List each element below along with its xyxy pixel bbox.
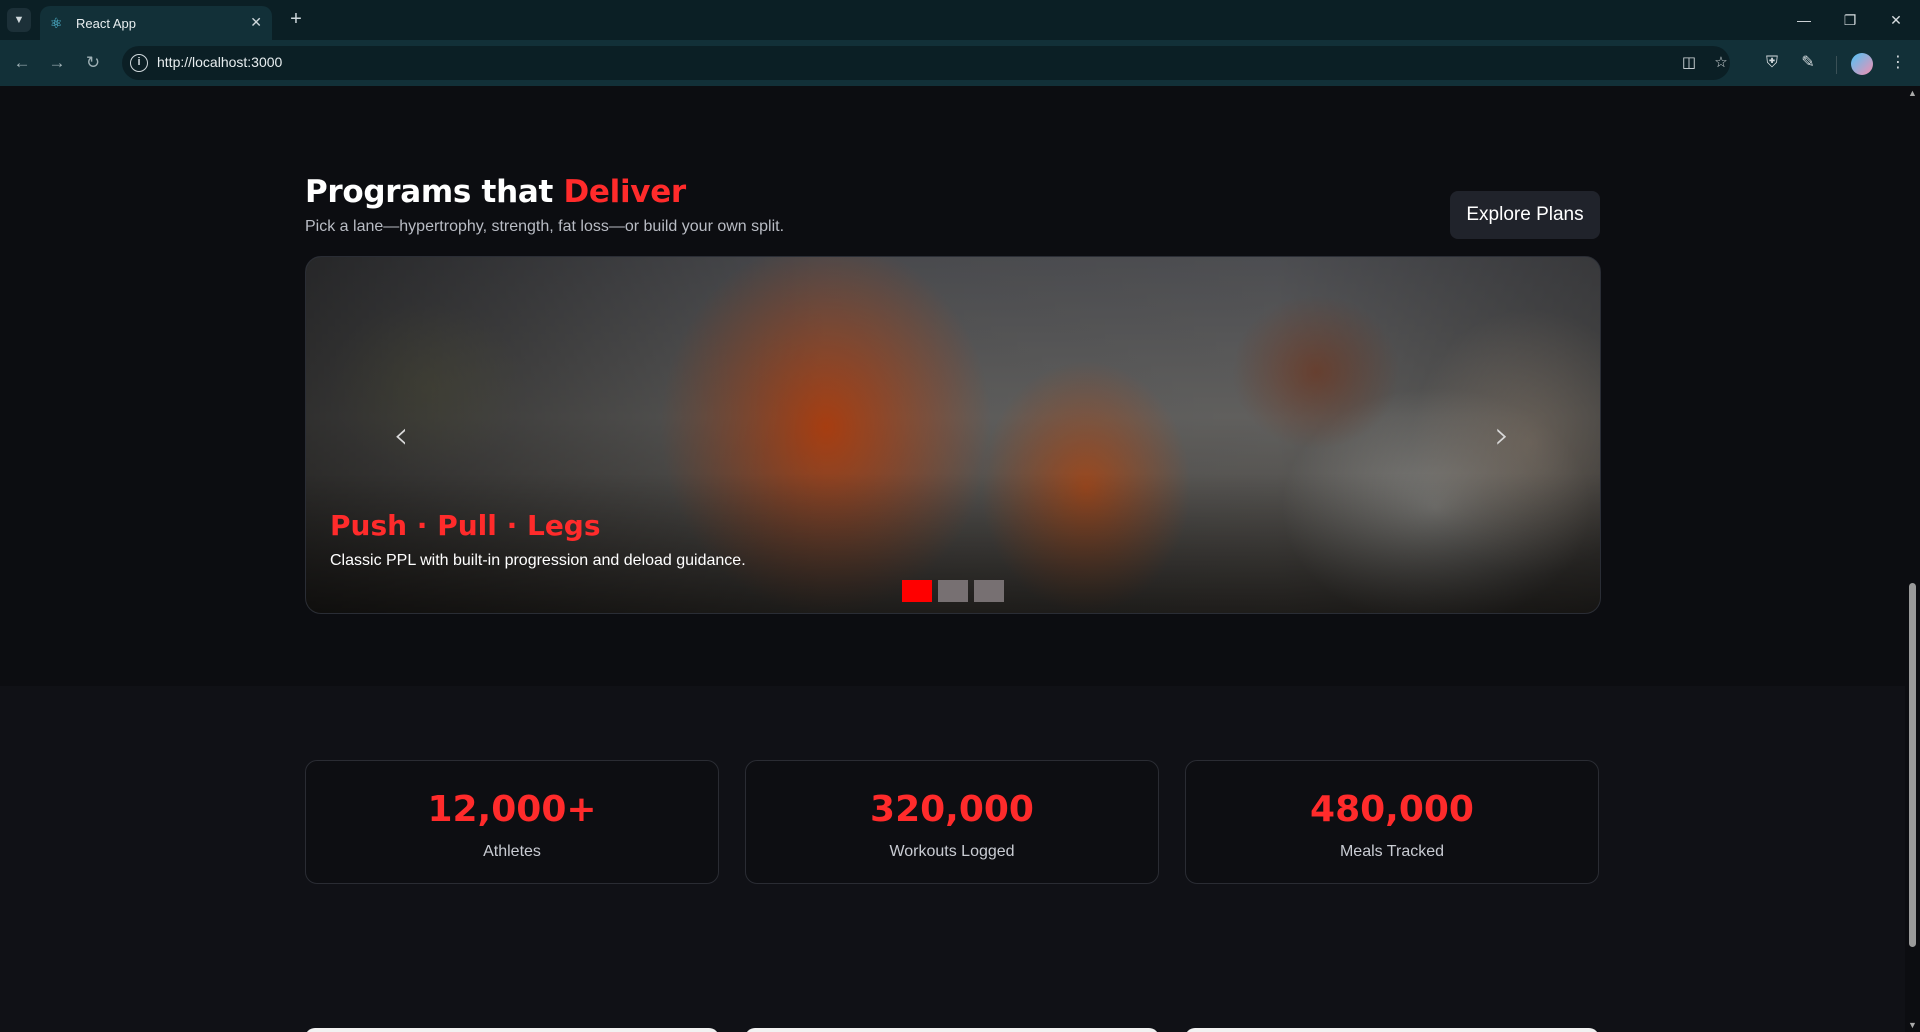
page-scrollbar[interactable]: ▲ ▼ xyxy=(1905,86,1920,1032)
programs-carousel: ‹ › Push · Pull · Legs Classic PPL with … xyxy=(305,256,1601,614)
install-app-icon[interactable]: ◫ xyxy=(1679,53,1699,73)
stat-value: 320,000 xyxy=(870,789,1034,830)
address-url[interactable]: http://localhost:3000 xyxy=(157,54,282,70)
back-arrow-icon[interactable]: ← xyxy=(10,51,34,75)
reload-icon[interactable]: ↻ xyxy=(81,51,105,75)
stat-label: Meals Tracked xyxy=(1339,843,1445,860)
stat-value: 480,000 xyxy=(1310,789,1474,830)
stat-label: Athletes xyxy=(483,843,541,860)
carousel-indicator-2[interactable] xyxy=(938,580,968,602)
page-viewport: Programs that Deliver Pick a lane—hypert… xyxy=(0,86,1905,1032)
stat-value: 12,000+ xyxy=(427,789,597,830)
stat-label: Workouts Logged xyxy=(889,843,1015,860)
carousel-next-chevron-icon[interactable]: › xyxy=(1487,415,1517,455)
browser-titlebar: ▼ ⚛ React App ✕ + — ❐ ✕ xyxy=(0,0,1920,40)
more-menu-icon[interactable]: ⋮ xyxy=(1886,51,1910,75)
tab-close-icon[interactable]: ✕ xyxy=(250,14,262,31)
carousel-indicator-1[interactable] xyxy=(902,580,932,602)
browser-toolbar: ← → ↻ i http://localhost:3000 ◫ ☆ ⛨ ✎ ⋮ xyxy=(0,40,1920,86)
window-close-icon[interactable]: ✕ xyxy=(1876,8,1916,32)
browser-tab[interactable]: ⚛ React App ✕ xyxy=(40,6,272,40)
section-title: Programs that Deliver xyxy=(305,174,686,210)
profile-avatar[interactable] xyxy=(1851,53,1873,75)
shield-extension-icon[interactable]: ⛨ xyxy=(1760,51,1784,75)
carousel-indicators xyxy=(902,580,1004,602)
stat-card-meals: 480,000 Meals Tracked xyxy=(1185,760,1599,884)
section-subtitle: Pick a lane—hypertrophy, strength, fat l… xyxy=(305,218,785,235)
scroll-thumb[interactable] xyxy=(1909,583,1916,947)
site-info-icon[interactable]: i xyxy=(130,54,148,72)
bookmark-star-icon[interactable]: ☆ xyxy=(1711,53,1731,73)
extensions-puzzle-icon[interactable]: ✎ xyxy=(1796,51,1820,75)
next-card-edge xyxy=(745,1028,1159,1032)
slide-title: Push · Pull · Legs xyxy=(330,509,601,542)
toolbar-divider xyxy=(1836,56,1837,74)
forward-arrow-icon[interactable]: → xyxy=(45,51,69,75)
title-accent: Deliver xyxy=(563,174,686,210)
address-bar[interactable]: i http://localhost:3000 ◫ ☆ xyxy=(122,46,1730,80)
stat-card-athletes: 12,000+ Athletes xyxy=(305,760,719,884)
scroll-down-arrow-icon[interactable]: ▼ xyxy=(1908,1020,1917,1030)
slide-description: Classic PPL with built-in progression an… xyxy=(330,552,746,569)
next-card-edge xyxy=(1185,1028,1599,1032)
scroll-up-arrow-icon[interactable]: ▲ xyxy=(1908,88,1917,98)
tab-search-chevron-icon[interactable]: ▼ xyxy=(7,8,31,32)
carousel-prev-chevron-icon[interactable]: ‹ xyxy=(386,415,416,455)
react-favicon-icon: ⚛ xyxy=(50,15,63,31)
new-tab-plus-icon[interactable]: + xyxy=(284,8,308,32)
tab-title: React App xyxy=(76,15,136,31)
minimize-icon[interactable]: — xyxy=(1784,8,1824,32)
carousel-indicator-3[interactable] xyxy=(974,580,1004,602)
title-main: Programs that xyxy=(305,174,553,210)
restore-icon[interactable]: ❐ xyxy=(1830,8,1870,32)
next-card-edge xyxy=(305,1028,719,1032)
stat-card-workouts: 320,000 Workouts Logged xyxy=(745,760,1159,884)
explore-plans-button[interactable]: Explore Plans xyxy=(1450,191,1600,239)
